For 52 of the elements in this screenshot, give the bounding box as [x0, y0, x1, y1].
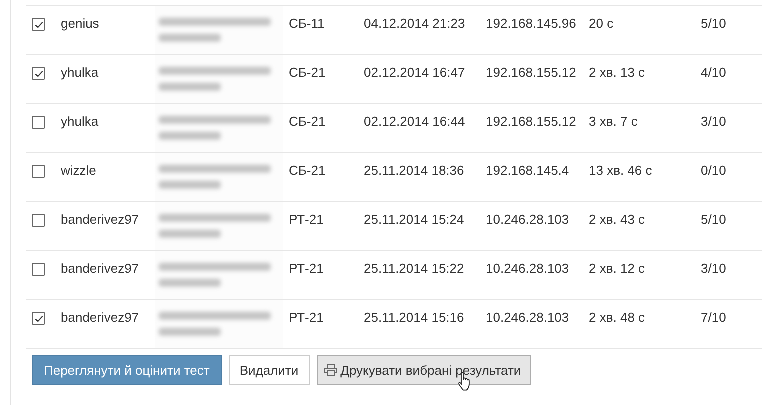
- print-button[interactable]: Друкувати вибрані результати: [316, 355, 532, 385]
- ip-text: 192.168.155.12: [486, 65, 576, 80]
- ip-text: 192.168.155.12: [486, 114, 576, 129]
- group-text: РТ-21: [289, 261, 324, 276]
- ip-text: 10.246.28.103: [486, 310, 570, 325]
- login-text: banderivez97: [61, 310, 140, 325]
- checkbox[interactable]: [32, 67, 45, 80]
- duration-text: 2 хв. 13 с: [589, 65, 646, 80]
- date-text: 25.11.2014 15:16: [364, 310, 464, 325]
- login-text: wizzle: [61, 163, 96, 178]
- score-text: 3/10: [701, 261, 726, 276]
- ip-text: 192.168.145.96: [486, 16, 576, 31]
- checkbox[interactable]: [32, 165, 45, 178]
- ip-text: 10.246.28.103: [486, 212, 570, 227]
- date-text: 25.11.2014 18:36: [364, 163, 464, 178]
- checkbox[interactable]: [32, 263, 45, 276]
- group-text: СБ-21: [289, 65, 326, 80]
- checkbox[interactable]: [32, 214, 45, 227]
- score-text: 4/10: [701, 65, 726, 80]
- group-text: СБ-21: [289, 163, 326, 178]
- checkbox[interactable]: [32, 116, 45, 129]
- date-text: 04.12.2014 21:23: [364, 16, 466, 31]
- duration-text: 3 хв. 7 с: [589, 114, 638, 129]
- duration-text: 2 хв. 12 с: [589, 261, 646, 276]
- group-text: СБ-21: [289, 114, 326, 129]
- score-text: 0/10: [701, 163, 726, 178]
- group-text: СБ-11: [289, 16, 325, 31]
- login-text: yhulka: [61, 114, 99, 129]
- date-text: 25.11.2014 15:24: [364, 212, 464, 227]
- delete-button[interactable]: Видалити: [228, 355, 310, 385]
- ip-text: 192.168.145.4: [486, 163, 570, 178]
- date-text: 25.11.2014 15:22: [364, 261, 464, 276]
- score-text: 7/10: [701, 310, 726, 325]
- checkbox[interactable]: [32, 18, 45, 31]
- score-text: 5/10: [701, 16, 726, 31]
- group-text: РТ-21: [289, 310, 324, 325]
- group-text: РТ-21: [289, 212, 324, 227]
- login-text: banderivez97: [61, 212, 140, 227]
- ip-text: 10.246.28.103: [486, 261, 570, 276]
- login-text: yhulka: [61, 65, 99, 80]
- printer-icon: [324, 364, 338, 376]
- checkbox[interactable]: [32, 312, 45, 325]
- date-text: 02.12.2014 16:44: [364, 114, 466, 129]
- duration-text: 20 с: [589, 16, 614, 31]
- duration-text: 2 хв. 43 с: [589, 212, 646, 227]
- score-text: 5/10: [701, 212, 726, 227]
- login-text: banderivez97: [61, 261, 140, 276]
- duration-text: 13 хв. 46 с: [589, 163, 652, 178]
- login-text: genius: [61, 16, 100, 31]
- date-text: 02.12.2014 16:47: [364, 65, 466, 80]
- duration-text: 2 хв. 48 с: [589, 310, 646, 325]
- score-text: 3/10: [701, 114, 726, 129]
